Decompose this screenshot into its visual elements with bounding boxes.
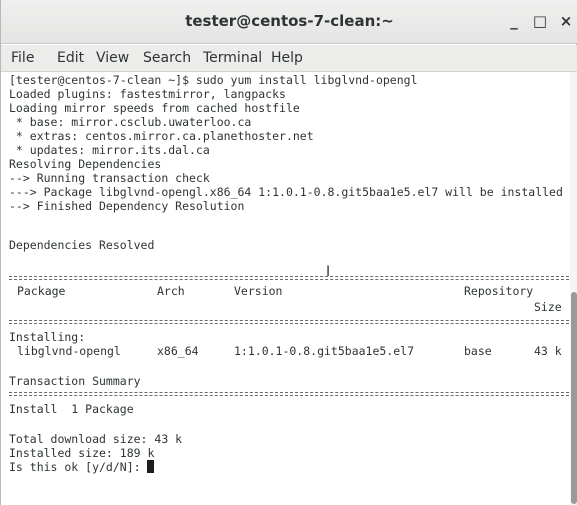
install-line: Install 1 Package xyxy=(9,402,134,416)
terminal-window: tester@centos-7-clean:~ _ □ × File Edit … xyxy=(0,0,577,505)
close-button[interactable]: × xyxy=(555,10,577,32)
scrollbar[interactable] xyxy=(570,72,577,505)
output-line: * updates: mirror.its.dal.ca xyxy=(9,143,210,157)
header-size: Size xyxy=(534,300,562,314)
menu-help[interactable]: Help xyxy=(271,50,303,66)
output-line: Resolving Dependencies xyxy=(9,157,162,171)
header-package: Package xyxy=(17,284,66,298)
separator-rule xyxy=(9,392,569,396)
output-line: * base: mirror.csclub.uwaterloo.ca xyxy=(9,115,252,129)
output-line: --> Finished Dependency Resolution xyxy=(9,199,245,213)
output-line: Loaded plugins: fastestmirror, langpacks xyxy=(9,87,286,101)
installed-size-line: Installed size: 189 k xyxy=(9,446,155,460)
output-line: ---> Package libglvnd-opengl.x86_64 1:1.… xyxy=(9,185,563,199)
prompt-line[interactable]: Is this ok [y/d/N]: xyxy=(9,460,155,474)
menu-bar: File Edit View Search Terminal Help xyxy=(1,45,577,72)
output-line: * extras: centos.mirror.ca.planethoster.… xyxy=(9,129,314,143)
cell-size: 43 k xyxy=(534,344,562,358)
cell-arch: x86_64 xyxy=(157,344,199,358)
output-line: Dependencies Resolved xyxy=(9,238,155,252)
terminal-output[interactable]: [tester@centos-7-clean ~]$ sudo yum inst… xyxy=(9,72,569,505)
maximize-button[interactable]: □ xyxy=(529,10,551,32)
cell-repository: base xyxy=(464,344,492,358)
cell-package: libglvnd-opengl xyxy=(17,344,121,358)
header-version: Version xyxy=(234,284,283,298)
menu-edit[interactable]: Edit xyxy=(57,50,84,66)
separator-rule xyxy=(9,320,569,324)
title-bar[interactable]: tester@centos-7-clean:~ _ □ × xyxy=(1,0,577,44)
ibeam-cursor-icon: I xyxy=(326,264,331,280)
text-cursor xyxy=(147,460,155,473)
header-arch: Arch xyxy=(157,284,185,298)
menu-view[interactable]: View xyxy=(96,50,129,66)
menu-search[interactable]: Search xyxy=(143,50,191,66)
output-line: Loading mirror speeds from cached hostfi… xyxy=(9,101,300,115)
summary-title: Transaction Summary xyxy=(9,374,141,388)
section-label: Installing: xyxy=(9,330,86,344)
cell-version: 1:1.0.1-0.8.git5baa1e5.el7 xyxy=(234,344,415,358)
prompt-text: Is this ok [y/d/N]: xyxy=(9,460,148,474)
output-line: --> Running transaction check xyxy=(9,171,210,185)
scrollbar-thumb[interactable] xyxy=(571,292,577,504)
header-repository: Repository xyxy=(464,284,534,298)
window-title: tester@centos-7-clean:~ xyxy=(185,12,394,30)
menu-file[interactable]: File xyxy=(11,50,34,66)
separator-rule xyxy=(9,276,569,280)
total-download-line: Total download size: 43 k xyxy=(9,432,183,446)
minimize-button[interactable]: _ xyxy=(503,10,525,32)
output-line: [tester@centos-7-clean ~]$ sudo yum inst… xyxy=(9,73,418,87)
menu-terminal[interactable]: Terminal xyxy=(203,50,262,66)
